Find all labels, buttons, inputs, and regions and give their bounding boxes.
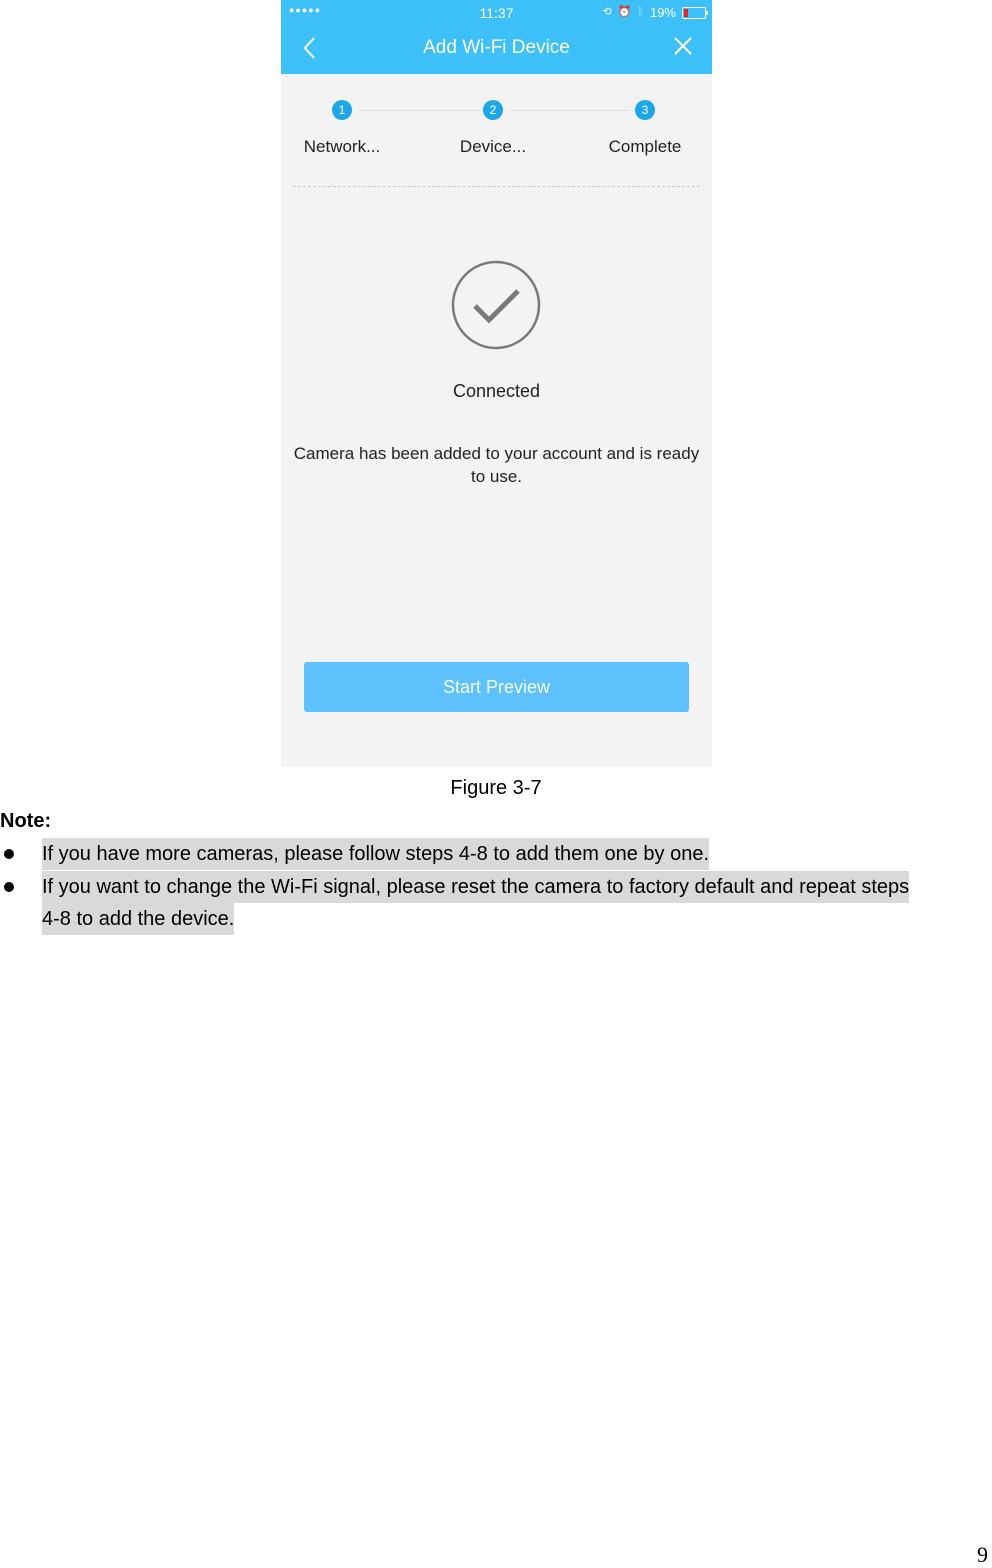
step-complete: 3 Complete [580,100,710,157]
step-device: 2 Device... [428,100,558,157]
page-title: Add Wi-Fi Device [423,37,570,58]
orientation-lock-icon: ⟲ [602,6,612,18]
checkmark-circle-icon [451,260,541,350]
start-preview-button[interactable]: Start Preview [304,662,689,712]
step-number: 1 [332,100,352,120]
nav-bar: Add Wi-Fi Device [281,25,712,74]
step-number: 3 [635,100,655,120]
step-network: 1 Network... [281,100,407,157]
battery-level [684,8,688,17]
note-text: If you want to change the Wi-Fi signal, … [42,871,910,903]
note-heading: Note: [0,810,52,832]
close-button[interactable] [670,33,696,59]
status-bar: ●●●●● 11:37 ⟲ ⏰ ᛒ 19% [281,0,712,25]
step-label: Network... [303,137,381,156]
status-description: Camera has been added to your account an… [293,444,700,486]
divider [293,186,700,187]
status-title: Connected [452,381,541,401]
note-text: 4-8 to add the device. [42,903,235,935]
step-number: 2 [483,100,503,120]
close-icon [674,37,692,55]
bluetooth-icon: ᛒ [637,6,644,18]
bullet-icon [4,849,14,859]
step-label: Device... [459,137,527,156]
note-text: If you have more cameras, please follow … [42,838,710,870]
alarm-icon: ⏰ [617,6,632,18]
progress-steps: 1 Network... 2 Device... 3 Complete [281,100,712,170]
battery-percent: 19% [649,5,676,20]
figure-caption: Figure 3-7 [450,777,542,799]
page-number: 9 [977,1542,988,1567]
bullet-icon [4,882,14,892]
step-label: Complete [608,137,682,156]
battery-icon [682,6,708,19]
top-bar: ●●●●● 11:37 ⟲ ⏰ ᛒ 19% Add Wi-Fi Device [281,0,712,74]
phone-screenshot: ●●●●● 11:37 ⟲ ⏰ ᛒ 19% Add Wi-Fi Device 1 [281,0,712,767]
